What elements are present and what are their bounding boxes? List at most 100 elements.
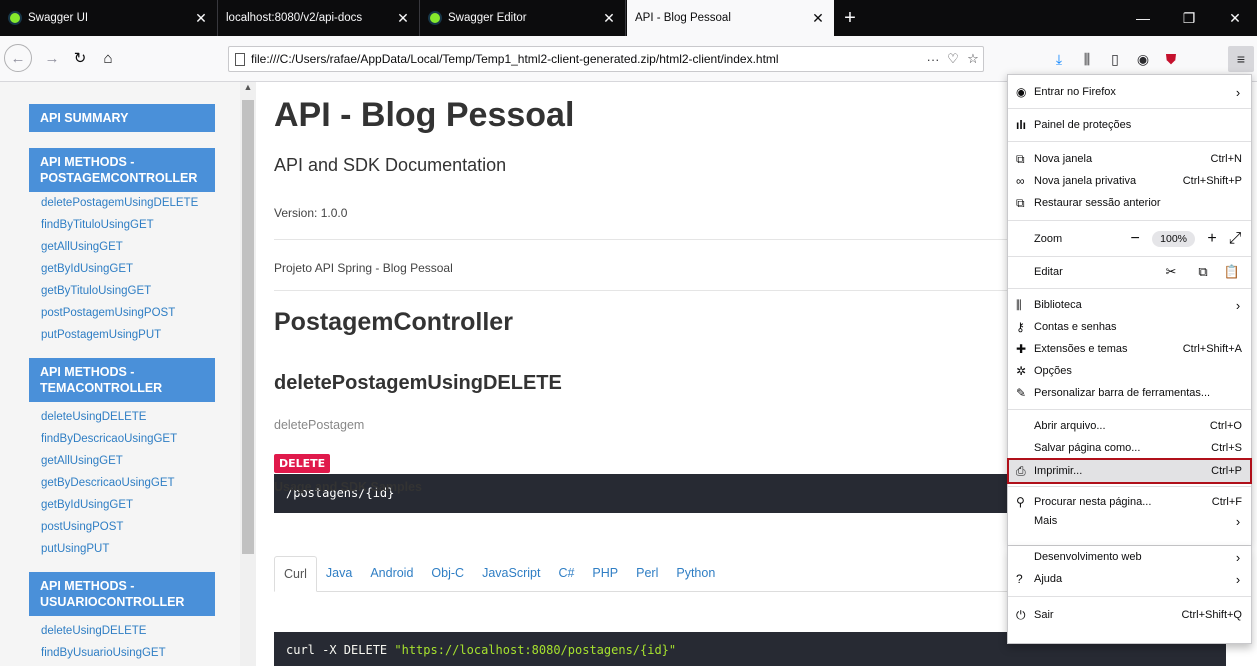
divider xyxy=(274,239,1084,240)
url-text[interactable]: file:///C:/Users/rafae/AppData/Local/Tem… xyxy=(251,52,923,66)
menu-shortcut: Ctrl+S xyxy=(1211,442,1242,454)
menu-save-page[interactable]: Salvar página como... Ctrl+S xyxy=(1008,437,1251,459)
download-icon[interactable]: ⤓ xyxy=(1046,46,1072,72)
new-tab-button[interactable]: + xyxy=(838,0,862,36)
tab-perl[interactable]: Perl xyxy=(627,556,667,591)
cut-icon[interactable]: ✂ xyxy=(1155,264,1187,280)
sidebar-link[interactable]: getByIdUsingGET xyxy=(41,499,133,511)
scroll-up-icon[interactable]: ▲ xyxy=(240,82,256,98)
sidebar-link[interactable]: findByTituloUsingGET xyxy=(41,219,154,231)
menu-label: Contas e senhas xyxy=(1034,321,1117,333)
back-button[interactable]: ← xyxy=(4,44,32,72)
chevron-right-icon: › xyxy=(1235,84,1241,100)
tab-javascript[interactable]: JavaScript xyxy=(473,556,549,591)
menu-logins[interactable]: ⚷ Contas e senhas xyxy=(1008,316,1251,338)
menu-shortcut: Ctrl+Shift+P xyxy=(1182,175,1242,187)
pocket-icon[interactable]: ♡ xyxy=(943,51,963,67)
tab-csharp[interactable]: C# xyxy=(549,556,583,591)
menu-open-file[interactable]: Abrir arquivo... Ctrl+O xyxy=(1008,415,1251,437)
menu-label: Editar xyxy=(1034,266,1063,278)
menu-shortcut: Ctrl+Shift+Q xyxy=(1181,609,1242,621)
zoom-out-button[interactable]: − xyxy=(1122,230,1148,248)
page-actions-button[interactable]: ··· xyxy=(923,52,943,67)
chevron-right-icon: › xyxy=(1235,549,1241,565)
url-bar[interactable]: file:///C:/Users/rafae/AppData/Local/Tem… xyxy=(228,46,984,72)
menu-more[interactable]: Mais › xyxy=(1008,511,1251,531)
menu-protections[interactable]: ılı Painel de proteções xyxy=(1008,114,1251,136)
menu-restore-session[interactable]: ⧉ Restaurar sessão anterior xyxy=(1008,192,1251,214)
bookmark-star-icon[interactable]: ☆ xyxy=(963,51,983,67)
sidebar-link[interactable]: deleteUsingDELETE xyxy=(41,625,146,637)
sidebar-link[interactable]: deletePostagemUsingDELETE xyxy=(41,197,198,209)
sidebar-link[interactable]: getAllUsingGET xyxy=(41,241,123,253)
tab-android[interactable]: Android xyxy=(361,556,422,591)
zoom-reset-button[interactable]: 100% xyxy=(1152,231,1195,247)
copy-icon[interactable]: ⧉ xyxy=(1187,264,1219,280)
close-icon[interactable]: ✕ xyxy=(810,10,826,27)
printer-icon: ⎙ xyxy=(1016,463,1026,478)
library-icon[interactable]: ⫼ xyxy=(1074,46,1100,72)
menu-signin[interactable]: ◉ Entrar no Firefox › xyxy=(1008,81,1251,103)
section-usuariocontroller[interactable]: API METHODS - USUARIOCONTROLLER xyxy=(29,572,215,616)
tab-objc[interactable]: Obj-C xyxy=(422,556,473,591)
menu-quit[interactable]: ⏻ Sair Ctrl+Shift+Q xyxy=(1008,604,1251,626)
search-icon: ⚲ xyxy=(1016,495,1025,509)
close-icon[interactable]: ✕ xyxy=(601,10,617,27)
zoom-in-button[interactable]: + xyxy=(1199,230,1225,248)
paste-icon[interactable]: 📋 xyxy=(1219,264,1251,280)
menu-options[interactable]: ✲ Opções xyxy=(1008,360,1251,382)
sidebar-link[interactable]: getByTituloUsingGET xyxy=(41,285,151,297)
menu-print[interactable]: ⎙ Imprimir... Ctrl+P xyxy=(1007,458,1252,484)
scrollbar-thumb[interactable] xyxy=(242,100,254,554)
sidebar-link[interactable]: getByIdUsingGET xyxy=(41,263,133,275)
sidebar-link[interactable]: putPostagemUsingPUT xyxy=(41,329,161,341)
sidebar-link[interactable]: getByDescricaoUsingGET xyxy=(41,477,175,489)
tab-blog-pessoal[interactable]: API - Blog Pessoal ✕ xyxy=(627,0,834,36)
sidebar-link[interactable]: postUsingPOST xyxy=(41,521,123,533)
close-window-icon[interactable]: ✕ xyxy=(1212,0,1257,36)
tab-curl[interactable]: Curl xyxy=(274,556,317,592)
sidebar-icon[interactable]: ▯ xyxy=(1102,46,1128,72)
sidebar-link[interactable]: putUsingPUT xyxy=(41,543,109,555)
tab-java[interactable]: Java xyxy=(317,556,361,591)
swagger-icon xyxy=(8,11,22,25)
tab-python[interactable]: Python xyxy=(667,556,724,591)
tab-api-docs[interactable]: localhost:8080/v2/api-docs ✕ xyxy=(218,0,420,36)
sidebar-link[interactable]: postPostagemUsingPOST xyxy=(41,307,175,319)
menu-shortcut: Ctrl+F xyxy=(1211,496,1242,508)
forward-button[interactable]: → xyxy=(38,44,66,72)
close-icon[interactable]: ✕ xyxy=(193,10,209,27)
menu-library[interactable]: ⫼ Biblioteca › xyxy=(1008,294,1251,316)
tab-swagger-editor[interactable]: Swagger Editor ✕ xyxy=(420,0,626,36)
shield-icon[interactable]: ⛊ xyxy=(1158,46,1184,72)
section-temacontroller[interactable]: API METHODS - TEMACONTROLLER xyxy=(29,358,215,402)
home-button[interactable]: ⌂ xyxy=(94,44,122,72)
sidebar-link[interactable]: findByDescricaoUsingGET xyxy=(41,433,177,445)
tab-php[interactable]: PHP xyxy=(583,556,627,591)
restore-icon[interactable]: ❐ xyxy=(1166,0,1212,36)
menu-divider xyxy=(1008,220,1251,221)
menu-customize[interactable]: ✎ Personalizar barra de ferramentas... xyxy=(1008,382,1251,404)
close-icon[interactable]: ✕ xyxy=(395,10,411,27)
menu-webdev[interactable]: Desenvolvimento web › xyxy=(1008,546,1251,568)
sidebar-link[interactable]: deleteUsingDELETE xyxy=(41,411,146,423)
power-icon: ⏻ xyxy=(1016,607,1026,622)
sidebar-link[interactable]: findByUsuarioUsingGET xyxy=(41,647,166,659)
sidebar-link[interactable]: getAllUsingGET xyxy=(41,455,123,467)
menu-private-window[interactable]: ∞ Nova janela privativa Ctrl+Shift+P xyxy=(1008,170,1251,192)
minimize-icon[interactable]: — xyxy=(1120,0,1166,36)
menu-find[interactable]: ⚲ Procurar nesta página... Ctrl+F xyxy=(1008,491,1251,513)
brush-icon: ✎ xyxy=(1016,386,1027,400)
menu-addons[interactable]: ✚ Extensões e temas Ctrl+Shift+A xyxy=(1008,338,1251,360)
tab-swagger-ui[interactable]: Swagger UI ✕ xyxy=(0,0,218,36)
menu-label: Biblioteca xyxy=(1034,299,1082,311)
puzzle-icon: ✚ xyxy=(1016,342,1027,356)
section-api-summary[interactable]: API SUMMARY xyxy=(29,104,215,132)
hamburger-menu-button[interactable]: ≡ xyxy=(1228,46,1254,72)
section-postagemcontroller[interactable]: API METHODS - POSTAGEMCONTROLLER xyxy=(29,148,215,192)
reload-button[interactable]: ↻ xyxy=(66,44,94,72)
menu-new-window[interactable]: ⧉ Nova janela Ctrl+N xyxy=(1008,148,1251,170)
account-icon[interactable]: ◉ xyxy=(1130,46,1156,72)
fullscreen-icon[interactable]: ⤢ xyxy=(1225,230,1251,248)
menu-help[interactable]: ? Ajuda › xyxy=(1008,568,1251,590)
